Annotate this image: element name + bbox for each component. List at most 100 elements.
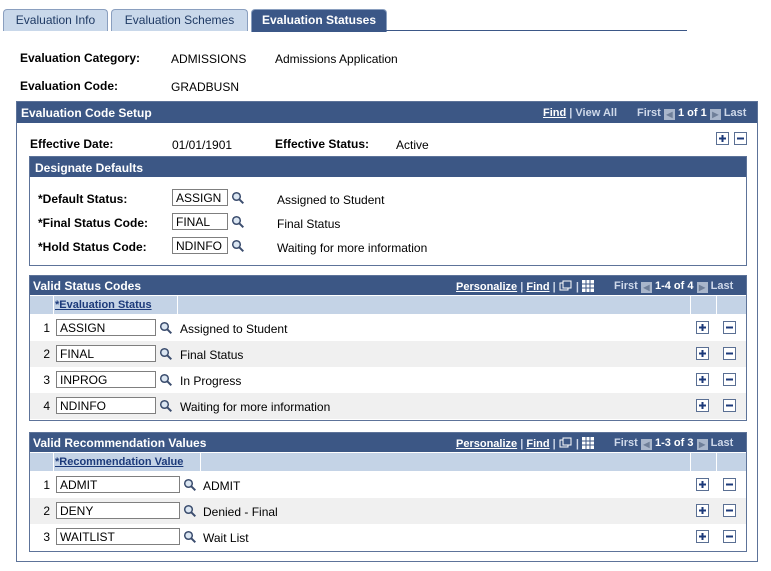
tab-underline (252, 30, 687, 31)
delete-row-button[interactable] (723, 478, 736, 491)
setup-range: 1 of 1 (677, 107, 707, 119)
minus-icon (726, 378, 733, 381)
status-grid-tools: Personalize | Find | | (456, 280, 594, 293)
evaluation-status-input[interactable]: NDINFO (56, 397, 156, 414)
next-arrow-icon[interactable]: ▶ (709, 109, 721, 120)
add-row-button[interactable] (696, 321, 709, 334)
magnifier-icon[interactable] (183, 530, 197, 544)
minus-icon (726, 535, 733, 538)
grid-icon[interactable] (581, 280, 594, 292)
previous-arrow-icon[interactable]: ◀ (640, 282, 652, 293)
default-status-description: Assigned to Student (277, 193, 385, 207)
hold-status-description: Waiting for more information (277, 241, 428, 255)
recommendation-value-input[interactable]: DENY (56, 502, 180, 519)
evaluation-status-column-header[interactable]: *Evaluation Status (55, 299, 152, 311)
row-number: 1 (43, 321, 50, 335)
add-effective-row-button[interactable] (716, 132, 729, 145)
magnifier-icon[interactable] (159, 399, 173, 413)
hold-status-input[interactable]: NDINFO (172, 237, 228, 254)
evaluation-code-setup-header: Evaluation Code Setup Find | View All Fi… (17, 102, 757, 123)
evaluation-status-description: Final Status (180, 348, 244, 362)
evaluation-status-input[interactable]: INPROG (56, 371, 156, 388)
minus-icon (726, 483, 733, 486)
tab-evaluation-schemes[interactable]: Evaluation Schemes (111, 9, 248, 31)
evaluation-status-input[interactable]: ASSIGN (56, 319, 156, 336)
tab-evaluation-info[interactable]: Evaluation Info (3, 9, 108, 31)
evaluation-code-value: GRADBUSN (171, 80, 240, 94)
setup-last-label: Last (723, 107, 747, 119)
nav-separator: | (575, 438, 579, 450)
delete-row-button[interactable] (723, 399, 736, 412)
recommendation-personalize-link[interactable]: Personalize (456, 438, 517, 450)
magnifier-icon[interactable] (231, 191, 245, 205)
add-row-button[interactable] (696, 530, 709, 543)
magnifier-icon[interactable] (183, 478, 197, 492)
evaluation-code-setup-panel: Evaluation Code Setup Find | View All Fi… (16, 101, 758, 562)
nav-separator: | (520, 281, 524, 293)
final-status-description: Final Status (277, 217, 341, 231)
setup-find-link[interactable]: Find (543, 107, 566, 119)
table-row: 3 INPROG In Progress (30, 367, 746, 393)
magnifier-icon[interactable] (159, 373, 173, 387)
valid-recommendation-values-grid: Valid Recommendation Values Personalize … (29, 432, 747, 552)
evaluation-code-setup-title: Evaluation Code Setup (21, 106, 152, 120)
delete-row-button[interactable] (723, 530, 736, 543)
evaluation-category-label: Evaluation Category: (20, 51, 141, 65)
row-number: 1 (43, 478, 50, 492)
add-row-button[interactable] (696, 504, 709, 517)
delete-row-button[interactable] (723, 373, 736, 386)
table-row: 1 ADMIT ADMIT (30, 472, 746, 498)
add-row-button[interactable] (696, 347, 709, 360)
plus-icon (699, 376, 706, 383)
next-arrow-icon[interactable]: ▶ (696, 439, 708, 450)
add-row-button[interactable] (696, 373, 709, 386)
tab-evaluation-statuses[interactable]: Evaluation Statuses (251, 9, 387, 32)
delete-row-button[interactable] (723, 504, 736, 517)
magnifier-icon[interactable] (159, 347, 173, 361)
valid-status-codes-grid: Valid Status Codes Personalize | Find | … (29, 275, 747, 421)
designate-defaults-panel: Designate Defaults *Default Status: ASSI… (29, 156, 747, 266)
table-row: 2 DENY Denied - Final (30, 498, 746, 524)
minus-icon (737, 137, 744, 140)
magnifier-icon[interactable] (231, 239, 245, 253)
recommendation-value-input[interactable]: ADMIT (56, 476, 180, 493)
status-personalize-link[interactable]: Personalize (456, 281, 517, 293)
effective-status-value: Active (396, 138, 429, 152)
recommendation-value-column-header[interactable]: *Recommendation Value (55, 456, 183, 468)
add-row-button[interactable] (696, 478, 709, 491)
view-icon[interactable] (559, 437, 573, 449)
status-find-link[interactable]: Find (526, 281, 549, 293)
magnifier-icon[interactable] (183, 504, 197, 518)
status-column-header-row: *Evaluation Status (30, 296, 746, 314)
evaluation-category-description: Admissions Application (275, 52, 398, 66)
delete-row-button[interactable] (723, 347, 736, 360)
delete-row-button[interactable] (723, 321, 736, 334)
previous-arrow-icon[interactable]: ◀ (663, 109, 675, 120)
row-number: 3 (43, 373, 50, 387)
row-number: 2 (43, 347, 50, 361)
recommendation-values-header: Valid Recommendation Values Personalize … (30, 433, 746, 452)
status-last-label: Last (710, 280, 734, 292)
default-status-input[interactable]: ASSIGN (172, 189, 228, 206)
evaluation-status-input[interactable]: FINAL (56, 345, 156, 362)
effective-date-label: Effective Date: (30, 137, 114, 151)
plus-icon (699, 481, 706, 488)
recommendation-range: 1-3 of 3 (654, 437, 694, 449)
status-first-label: First (614, 280, 638, 292)
magnifier-icon[interactable] (231, 215, 245, 229)
evaluation-category-value: ADMISSIONS (171, 52, 247, 66)
view-icon[interactable] (559, 280, 573, 292)
setup-view-all[interactable]: View All (575, 107, 617, 119)
final-status-input[interactable]: FINAL (172, 213, 228, 230)
status-grid-paging: First ◀ 1-4 of 4 ▶ Last (614, 280, 733, 293)
previous-arrow-icon[interactable]: ◀ (640, 439, 652, 450)
recommendation-find-link[interactable]: Find (526, 438, 549, 450)
hold-status-label: *Hold Status Code: (38, 240, 147, 254)
next-arrow-icon[interactable]: ▶ (696, 282, 708, 293)
grid-icon[interactable] (581, 437, 594, 449)
delete-effective-row-button[interactable] (734, 132, 747, 145)
magnifier-icon[interactable] (159, 321, 173, 335)
add-row-button[interactable] (696, 399, 709, 412)
recommendation-value-input[interactable]: WAITLIST (56, 528, 180, 545)
plus-icon (699, 324, 706, 331)
